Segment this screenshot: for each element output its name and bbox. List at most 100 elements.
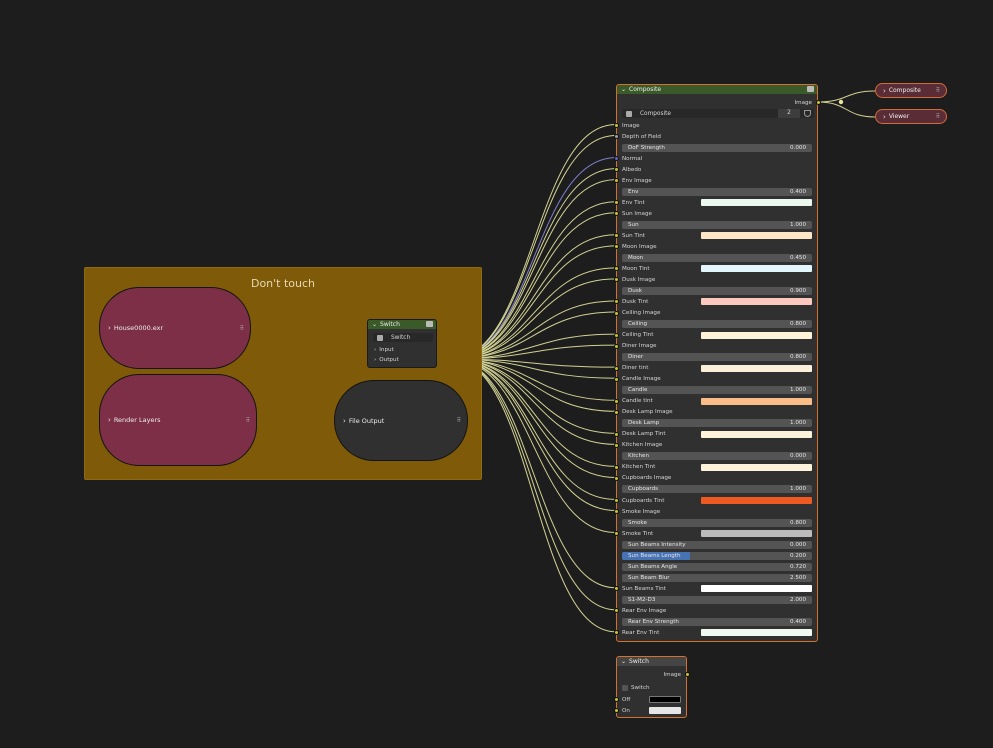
color-swatch-dusk-tint[interactable] bbox=[701, 298, 812, 306]
output-image-socket[interactable] bbox=[816, 100, 821, 105]
chevron-right-icon[interactable]: › bbox=[108, 324, 111, 332]
node-switch-header[interactable]: ⌄ Switch bbox=[617, 657, 686, 666]
field-value: 0.000 bbox=[789, 541, 806, 548]
grip-icon[interactable]: ⠿ bbox=[457, 417, 461, 424]
field-candle[interactable]: Candle 1.000 bbox=[622, 386, 812, 395]
chevron-down-icon[interactable]: ⌄ bbox=[372, 321, 377, 328]
grip-icon[interactable]: ⠿ bbox=[936, 87, 940, 94]
input-label: Diner Image bbox=[622, 343, 657, 350]
link-wire bbox=[817, 101, 876, 118]
field-env[interactable]: Env 0.400 bbox=[622, 187, 812, 196]
field-smoke[interactable]: Smoke 0.800 bbox=[622, 518, 812, 527]
field-sun-beams-angle[interactable]: Sun Beams Angle 0.720 bbox=[622, 562, 812, 571]
switch-off-socket[interactable] bbox=[614, 697, 619, 702]
field-value: 0.000 bbox=[789, 144, 806, 151]
chevron-down-icon[interactable]: ⌄ bbox=[621, 658, 626, 665]
input-label: Env Image bbox=[622, 177, 652, 184]
field-desk-lamp[interactable]: Desk Lamp 1.000 bbox=[622, 419, 812, 428]
input-socket-diner-image[interactable] bbox=[614, 343, 619, 349]
color-swatch-rear-env-tint[interactable] bbox=[701, 629, 812, 637]
color-swatch-diner-tint[interactable] bbox=[701, 364, 812, 372]
shield-icon[interactable] bbox=[804, 110, 811, 117]
color-swatch-sun-beams-tint[interactable] bbox=[701, 585, 812, 593]
chevron-right-icon[interactable]: › bbox=[108, 416, 111, 424]
input-socket-depth-of-field[interactable] bbox=[614, 134, 619, 140]
color-swatch-env-tint[interactable] bbox=[701, 199, 812, 207]
node-switch[interactable]: ⌄ Switch Image Switch Off On bbox=[614, 656, 690, 718]
field-sun-beams-length[interactable]: Sun Beams Length 0.200 bbox=[622, 551, 812, 560]
node-group-selector[interactable]: Composite 2 bbox=[622, 109, 814, 118]
field-moon[interactable]: Moon 0.450 bbox=[622, 253, 812, 262]
field-sun-beam-blur[interactable]: Sun Beam Blur 2.500 bbox=[622, 573, 812, 582]
node-switch-output-row[interactable]: › Output bbox=[368, 354, 436, 365]
chevron-down-icon[interactable]: ⌄ bbox=[621, 86, 626, 93]
field-sun[interactable]: Sun 1.000 bbox=[622, 220, 812, 229]
node-render-layers[interactable]: › Render Layers ⠿ bbox=[99, 374, 257, 466]
input-socket-desk-lamp-tint[interactable] bbox=[614, 431, 619, 437]
input-socket-cupboards-image[interactable] bbox=[614, 475, 619, 481]
field-s1-m2-d3[interactable]: S1-M2-D3 2.000 bbox=[622, 595, 812, 604]
chevron-right-icon[interactable]: › bbox=[343, 417, 346, 425]
color-swatch-sun-tint[interactable] bbox=[701, 232, 812, 240]
node-file-output[interactable]: › File Output ⠿ bbox=[334, 380, 468, 461]
input-label: Diner tint bbox=[622, 365, 649, 372]
color-swatch-desk-lamp-tint[interactable] bbox=[701, 430, 812, 438]
node-group-selector[interactable]: Switch bbox=[373, 333, 433, 342]
input-row-smoke-image: Smoke Image bbox=[617, 506, 817, 517]
input-label: Cupboards Tint bbox=[622, 497, 665, 504]
chevron-right-icon[interactable]: › bbox=[883, 87, 886, 95]
input-row-diner-image: Diner Image bbox=[617, 341, 817, 352]
grip-icon[interactable]: ⠿ bbox=[246, 417, 250, 424]
node-switch-group[interactable]: ⌄ Switch Switch › Input › Output bbox=[367, 319, 437, 368]
switch-checkbox[interactable] bbox=[622, 684, 628, 691]
field-sun-beams-intensity[interactable]: Sun Beams Intensity 0.000 bbox=[622, 540, 812, 549]
switch-output-socket[interactable] bbox=[685, 672, 690, 677]
input-socket-kitchen-image[interactable] bbox=[614, 442, 619, 448]
color-swatch-kitchen-tint[interactable] bbox=[701, 463, 812, 471]
chevron-right-icon[interactable]: › bbox=[374, 357, 376, 363]
node-composite-header[interactable]: ⌄ Composite bbox=[617, 85, 817, 94]
input-row-image: Image bbox=[617, 120, 817, 131]
field-ceiling[interactable]: Ceiling 0.800 bbox=[622, 320, 812, 329]
color-swatch-ceiling-tint[interactable] bbox=[701, 331, 812, 339]
color-swatch-smoke-tint[interactable] bbox=[701, 530, 812, 538]
field-kitchen[interactable]: Kitchen 0.000 bbox=[622, 452, 812, 461]
node-composite-output[interactable]: › Composite ⠿ bbox=[875, 83, 947, 98]
switch-off-color[interactable] bbox=[649, 696, 681, 703]
switch-on-color[interactable] bbox=[649, 707, 681, 714]
chevron-right-icon[interactable]: › bbox=[374, 347, 376, 353]
input-label: Ceiling Image bbox=[622, 310, 661, 316]
color-swatch-candle-tint[interactable] bbox=[701, 397, 812, 405]
node-group-selector-value: Switch bbox=[391, 334, 411, 341]
chevron-right-icon[interactable]: › bbox=[883, 113, 886, 121]
field-diner[interactable]: Diner 0.800 bbox=[622, 353, 812, 362]
input-socket-candle-tint[interactable] bbox=[614, 398, 619, 404]
input-label: Sun Image bbox=[622, 210, 652, 217]
switch-on-socket[interactable] bbox=[614, 708, 619, 713]
switch-checkbox-row[interactable]: Switch bbox=[617, 682, 686, 693]
field-cupboards[interactable]: Cupboards 1.000 bbox=[622, 485, 812, 494]
user-count[interactable]: 2 bbox=[778, 109, 800, 118]
field-dusk[interactable]: Dusk 0.900 bbox=[622, 286, 812, 295]
color-swatch-moon-tint[interactable] bbox=[701, 265, 812, 273]
input-socket-ceiling-tint[interactable] bbox=[614, 332, 619, 338]
node-viewer[interactable]: › Viewer ⠿ bbox=[875, 109, 947, 124]
grip-icon[interactable]: ⠿ bbox=[240, 325, 244, 332]
input-socket-diner-tint[interactable] bbox=[614, 365, 619, 371]
node-house-image[interactable]: › House0000.exr ⠿ bbox=[99, 287, 251, 369]
node-composite-group[interactable]: ⌄ Composite Image Composite 2 Image Depth… bbox=[614, 84, 821, 642]
color-swatch-cupboards-tint[interactable] bbox=[701, 497, 812, 505]
field-dof-strength[interactable]: DoF Strength 0.000 bbox=[622, 143, 812, 152]
input-socket-candle-image[interactable] bbox=[614, 376, 619, 382]
field-rear-env-strength[interactable]: Rear Env Strength 0.400 bbox=[622, 617, 812, 626]
input-socket-image[interactable] bbox=[614, 123, 619, 128]
grip-icon[interactable]: ⠿ bbox=[936, 113, 940, 120]
reroute-dot[interactable] bbox=[838, 99, 844, 105]
input-label: Smoke Tint bbox=[622, 530, 654, 537]
input-socket-desk-lamp-image[interactable] bbox=[614, 409, 619, 415]
input-socket-ceiling-image[interactable] bbox=[614, 310, 619, 316]
input-socket-cupboards-tint[interactable] bbox=[614, 498, 619, 504]
field-label: DoF Strength bbox=[628, 144, 665, 151]
node-switch-group-header[interactable]: ⌄ Switch bbox=[368, 320, 436, 329]
input-socket-kitchen-tint[interactable] bbox=[614, 464, 619, 470]
